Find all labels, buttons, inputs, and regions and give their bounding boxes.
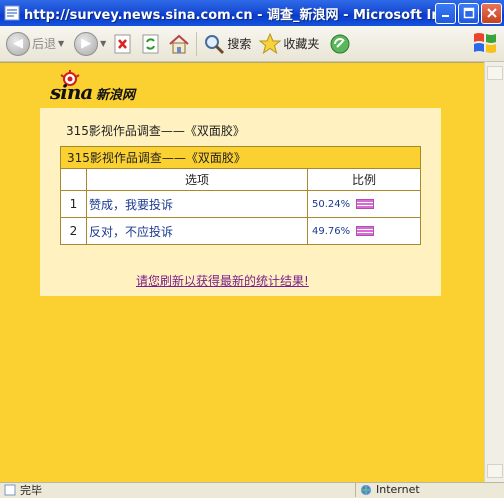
search-label: 搜索 <box>227 37 252 51</box>
option-link[interactable]: 反对，不应投诉 <box>89 225 173 239</box>
option-cell: 赞成，我要投诉 <box>86 190 308 218</box>
status-zone-text: Internet <box>376 483 420 496</box>
home-button[interactable] <box>168 33 190 55</box>
media-icon <box>330 34 350 53</box>
favorites-label: 收藏夹 <box>283 37 320 51</box>
star-icon <box>259 32 282 54</box>
col-number-header <box>60 168 87 191</box>
maximize-icon <box>463 7 474 19</box>
row-number: 1 <box>60 190 87 218</box>
row-number: 2 <box>60 217 87 245</box>
survey-panel: 315影视作品调查——《双面胶》 315影视作品调查——《双面胶》 选项 比例 … <box>40 108 441 296</box>
status-left-pane: 完毕 <box>0 482 356 497</box>
ratio-percent: 49.76% <box>312 225 351 237</box>
minimize-icon <box>441 15 449 17</box>
forward-arrow-icon: ▶ <box>74 31 99 56</box>
scroll-up-button[interactable] <box>487 66 503 80</box>
browser-toolbar: ◀ 后退 ▼ ▶ ▼ 搜索 收藏夹 <box>0 26 504 62</box>
back-label: 后退 <box>32 37 57 51</box>
back-button[interactable]: ◀ 后退 ▼ <box>6 31 64 56</box>
windows-logo-icon <box>474 33 496 53</box>
option-link[interactable]: 赞成，我要投诉 <box>89 198 173 212</box>
favorites-button[interactable]: 收藏夹 <box>259 32 320 55</box>
survey-table-title: 315影视作品调查——《双面胶》 <box>60 146 421 169</box>
status-text: 完毕 <box>20 483 42 497</box>
col-ratio-header: 比例 <box>307 168 421 191</box>
media-button[interactable] <box>329 33 351 55</box>
sina-logo-cn: 新浪网 <box>96 88 136 103</box>
minimize-button[interactable] <box>435 2 456 24</box>
close-button[interactable] <box>481 2 502 24</box>
table-row: 2 反对，不应投诉 49.76% <box>60 217 421 245</box>
status-zone-pane: Internet <box>356 483 504 497</box>
ratio-cell: 49.76% <box>307 217 421 245</box>
sina-logo-text: sina <box>50 80 93 104</box>
stop-icon <box>114 34 131 53</box>
search-button[interactable]: 搜索 <box>203 33 251 55</box>
forward-button[interactable]: ▶ ▼ <box>74 31 106 56</box>
status-bar: 完毕 Internet <box>0 482 504 497</box>
col-option-header: 选项 <box>86 168 308 191</box>
scroll-down-button[interactable] <box>487 464 503 478</box>
ie-page-icon <box>4 5 20 21</box>
refresh-results-link[interactable]: 请您刷新以获得最新的统计结果! <box>136 272 309 289</box>
close-icon <box>486 8 497 18</box>
window-title: http://survey.news.sina.com.cn - 调查_新浪网 … <box>24 7 435 23</box>
back-arrow-icon: ◀ <box>6 31 30 56</box>
stop-button[interactable] <box>112 33 134 55</box>
ratio-percent: 50.24% <box>312 198 351 210</box>
survey-heading: 315影视作品调查——《双面胶》 <box>66 124 245 138</box>
toolbar-separator <box>196 31 198 56</box>
maximize-button[interactable] <box>458 2 479 24</box>
home-icon <box>169 34 189 53</box>
ratio-cell: 50.24% <box>307 190 421 218</box>
refresh-button[interactable] <box>140 33 162 55</box>
search-icon <box>205 34 225 54</box>
table-row: 1 赞成，我要投诉 50.24% <box>60 190 421 218</box>
vertical-scrollbar[interactable] <box>484 62 504 482</box>
ratio-bar <box>356 198 375 209</box>
forward-dropdown-icon[interactable]: ▼ <box>100 39 106 48</box>
window-title-bar[interactable]: http://survey.news.sina.com.cn - 调查_新浪网 … <box>0 0 504 26</box>
refresh-icon <box>142 34 159 53</box>
internet-globe-icon <box>361 484 371 495</box>
back-dropdown-icon[interactable]: ▼ <box>58 39 64 48</box>
ratio-bar <box>356 225 375 236</box>
sina-logo[interactable]: sina 新浪网 <box>50 70 150 104</box>
option-cell: 反对，不应投诉 <box>86 217 308 245</box>
page-done-icon <box>4 484 16 495</box>
survey-result-table: 315影视作品调查——《双面胶》 选项 比例 1 赞成，我要投诉 50.24% … <box>60 146 421 245</box>
